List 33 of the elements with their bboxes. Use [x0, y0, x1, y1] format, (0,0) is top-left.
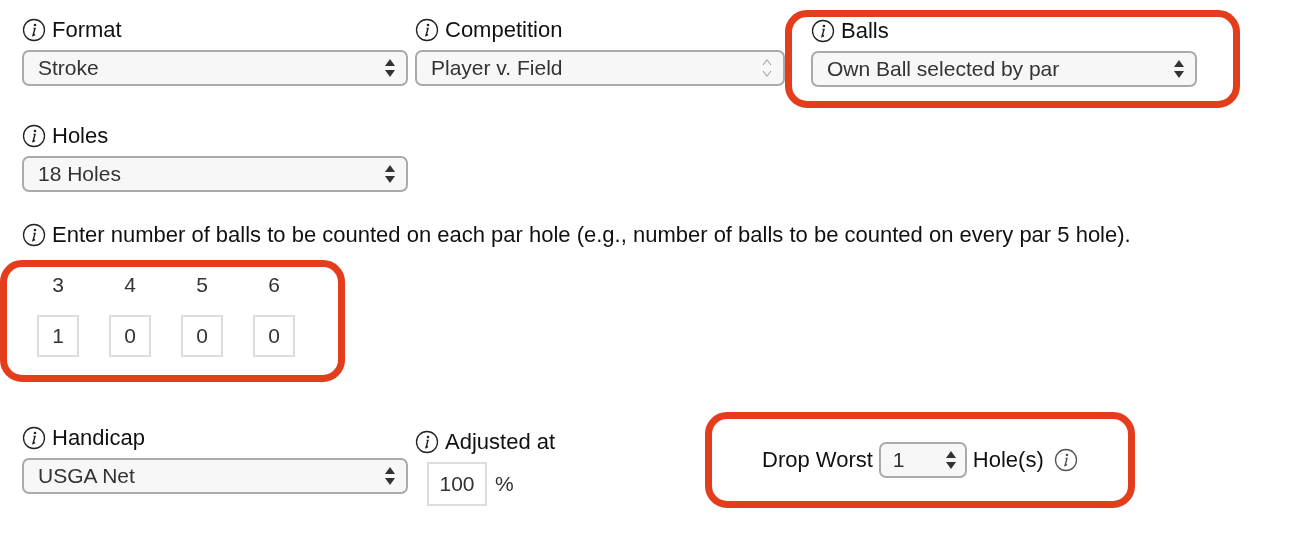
- par-number: 4: [123, 273, 137, 297]
- ball-count-input[interactable]: 0: [181, 315, 223, 357]
- field-label: Adjusted at: [445, 429, 556, 455]
- info-icon[interactable]: [22, 223, 46, 247]
- ball-count-input[interactable]: 0: [109, 315, 151, 357]
- info-icon[interactable]: [1053, 448, 1078, 472]
- ball-count-input[interactable]: 1: [37, 315, 79, 357]
- holes-select[interactable]: 18 Holes: [22, 156, 408, 192]
- up-down-arrows-icon: [944, 449, 957, 471]
- percent-input[interactable]: 100: [427, 462, 487, 506]
- handicap-select[interactable]: USGA Net: [22, 458, 408, 494]
- holes-suffix: Hole(s): [972, 447, 1044, 473]
- field-label: Balls: [841, 18, 889, 44]
- drop-count-select[interactable]: 1: [878, 442, 967, 478]
- field-label: Holes: [52, 123, 109, 149]
- info-icon[interactable]: [415, 18, 439, 42]
- info-icon[interactable]: [22, 124, 46, 148]
- format-select[interactable]: Stroke: [22, 50, 408, 86]
- par-number: 6: [267, 273, 281, 297]
- par-number: 5: [195, 273, 209, 297]
- info-icon[interactable]: [811, 19, 835, 43]
- info-icon[interactable]: [22, 18, 46, 42]
- drop-worst-label: Drop Worst: [762, 447, 873, 473]
- field-label: Competition: [445, 17, 563, 43]
- field-label: Handicap: [52, 425, 145, 451]
- percent-unit: %: [495, 472, 514, 496]
- field-label: Format: [52, 17, 122, 43]
- par-number: 3: [51, 273, 65, 297]
- info-icon[interactable]: [22, 426, 46, 450]
- ball-count-input[interactable]: 0: [253, 315, 295, 357]
- instruction-text: Enter number of balls to be counted on each par hole (e.g., number of balls to be counted on every par 5 hole).: [52, 222, 1131, 248]
- info-icon[interactable]: [415, 430, 439, 454]
- balls-select[interactable]: Own Ball selected by par: [811, 51, 1197, 87]
